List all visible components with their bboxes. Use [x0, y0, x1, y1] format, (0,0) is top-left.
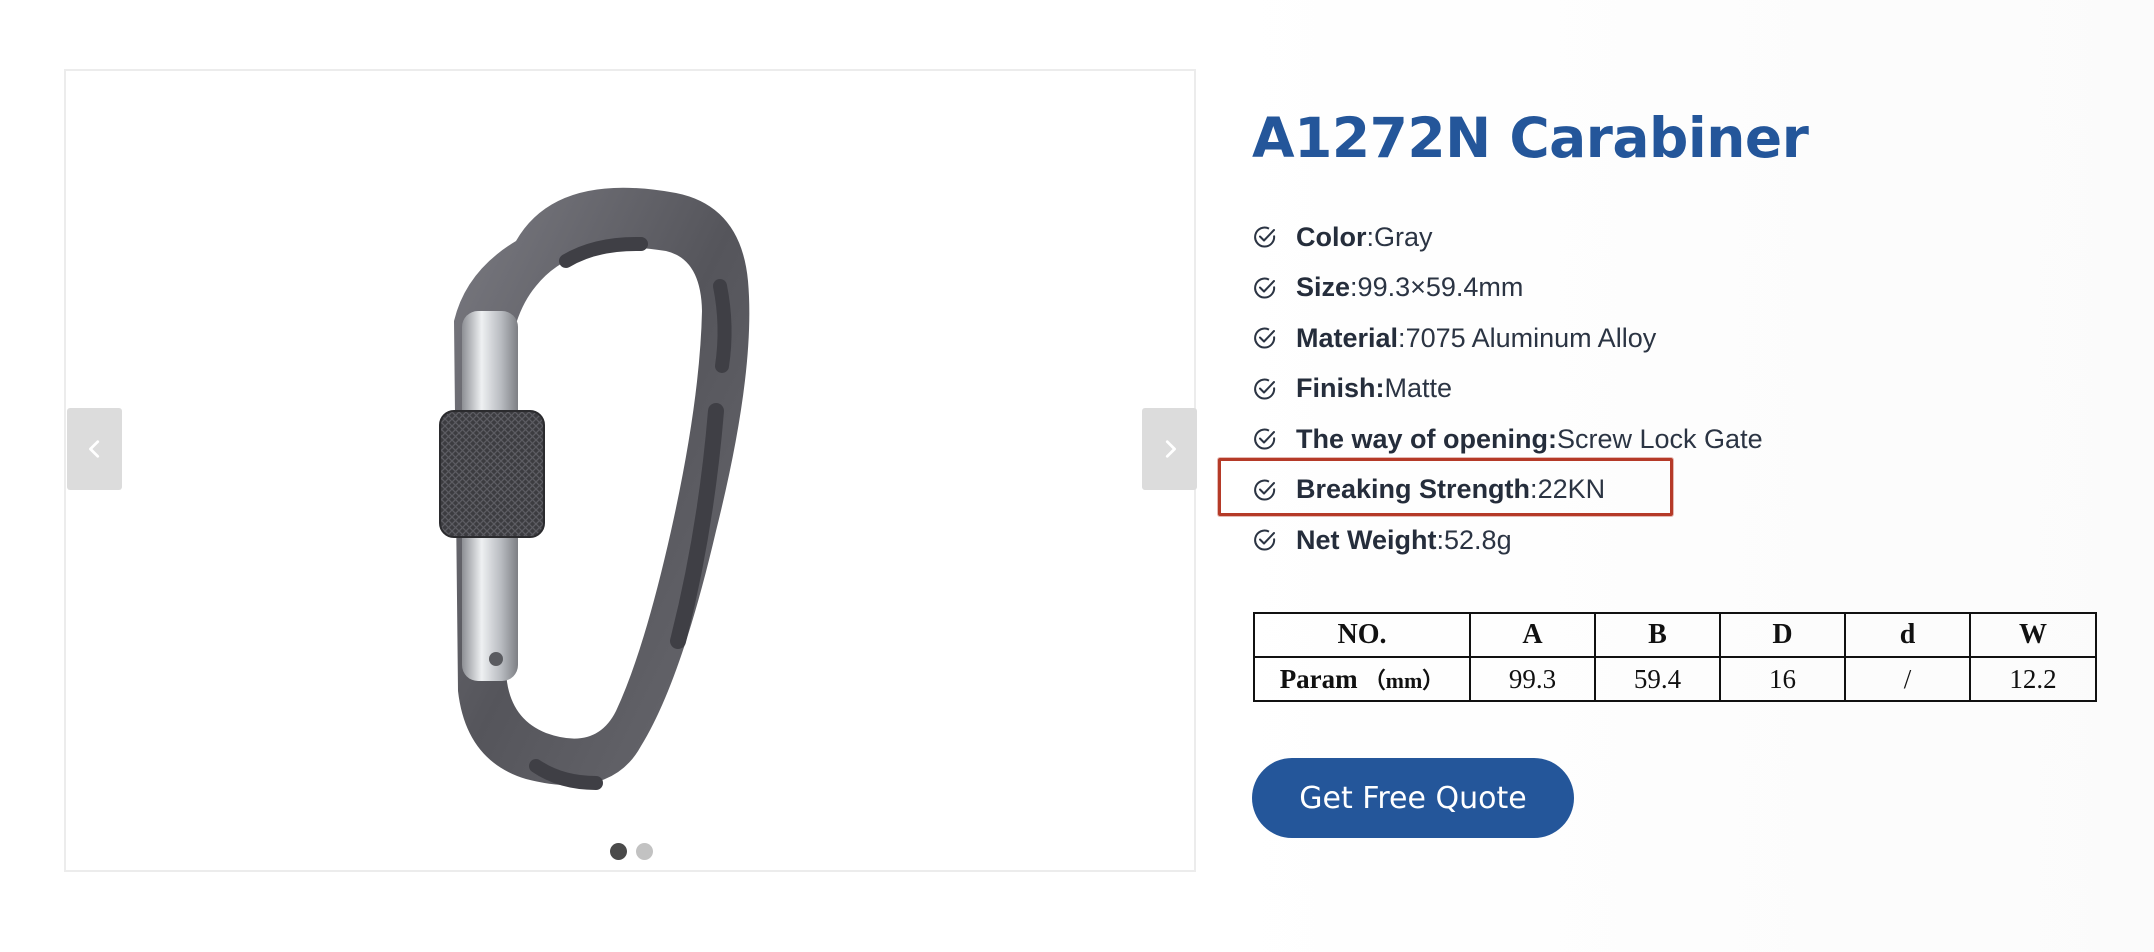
gallery-next-button[interactable]: [1142, 408, 1197, 490]
table-header-cell: W: [1969, 612, 2097, 658]
table-header-cell: B: [1594, 612, 1721, 658]
table-cell: 99.3: [1469, 656, 1596, 702]
gallery-dot-2[interactable]: [636, 843, 653, 860]
carabiner-photo: [439, 187, 750, 790]
spec-separator: :: [1350, 272, 1358, 303]
param-unit: （mm）: [1363, 668, 1445, 693]
spec-separator: :: [1436, 524, 1445, 555]
gallery-dot-1[interactable]: [610, 843, 627, 860]
params-table: NO. A B D d W Param （mm） 99.3 59.4 16 / 1…: [1253, 612, 2097, 702]
check-circle-icon: [1254, 226, 1276, 248]
table-row: Param （mm） 99.3 59.4 16 / 12.2: [1253, 656, 2097, 702]
table-cell: 16: [1719, 656, 1846, 702]
spec-value: 7075 Aluminum Alloy: [1405, 322, 1657, 353]
chevron-right-icon: [1165, 440, 1176, 458]
check-circle-icon: [1254, 378, 1276, 400]
chevron-left-icon: [88, 440, 99, 458]
table-header-row: NO. A B D d W: [1253, 612, 2097, 658]
spec-label: Finish:: [1296, 373, 1385, 404]
spec-material: Material: 7075 Aluminum Alloy: [1252, 313, 1763, 364]
spec-separator: :: [1366, 221, 1375, 252]
spec-value: Gray: [1374, 221, 1433, 252]
table-header-cell: NO.: [1253, 612, 1471, 658]
get-free-quote-button[interactable]: Get Free Quote: [1252, 758, 1574, 838]
spec-label: Color: [1296, 221, 1367, 252]
spec-label: Material: [1296, 322, 1399, 353]
product-gallery: [64, 69, 1197, 872]
spec-value: Matte: [1384, 373, 1453, 404]
check-circle-icon: [1254, 529, 1276, 551]
table-header-cell: A: [1469, 612, 1596, 658]
table-cell: /: [1844, 656, 1971, 702]
spec-label: Net Weight: [1296, 524, 1437, 555]
spec-color: Color: Gray: [1252, 212, 1763, 263]
spec-label: Size: [1296, 272, 1351, 303]
gallery-prev-button[interactable]: [67, 408, 122, 490]
table-cell: 59.4: [1594, 656, 1721, 702]
highlight-annotation-box: [1218, 458, 1673, 516]
table-header-cell: D: [1719, 612, 1846, 658]
param-label: Param: [1279, 664, 1358, 694]
table-header-cell: d: [1844, 612, 1971, 658]
gallery-pagination: [610, 843, 653, 860]
spec-value: 52.8g: [1444, 524, 1512, 555]
check-circle-icon: [1254, 428, 1276, 450]
spec-separator: :: [1398, 322, 1406, 353]
table-row-label: Param （mm）: [1253, 656, 1471, 702]
product-title: A1272N Carabiner: [1252, 106, 1809, 170]
check-circle-icon: [1254, 327, 1276, 349]
table-cell: 12.2: [1969, 656, 2097, 702]
spec-value: 99.3×59.4mm: [1357, 272, 1524, 303]
spec-opening: The way of opening: Screw Lock Gate: [1252, 414, 1763, 465]
spec-net-weight: Net Weight: 52.8g: [1252, 515, 1763, 566]
spec-size: Size: 99.3×59.4mm: [1252, 263, 1763, 314]
spec-value: Screw Lock Gate: [1557, 423, 1763, 454]
check-circle-icon: [1254, 277, 1276, 299]
spec-finish: Finish: Matte: [1252, 364, 1763, 415]
spec-label: The way of opening:: [1296, 423, 1557, 454]
